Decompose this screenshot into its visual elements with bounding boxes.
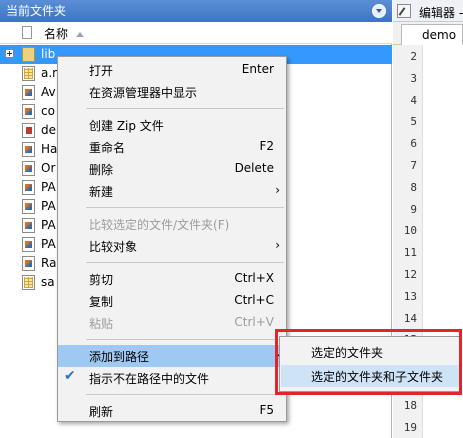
menu-item[interactable]: 在资源管理器中显示 xyxy=(58,81,286,103)
file-name: Or xyxy=(41,161,56,175)
menu-item-label: 剪切 xyxy=(89,273,114,287)
menu-item: 比较选定的文件/文件夹(F) xyxy=(58,213,286,235)
menu-item[interactable]: 刷新 F5 xyxy=(58,400,286,422)
line-number: 19 xyxy=(403,420,417,434)
line-number: 2 xyxy=(410,50,417,63)
menu-item: 粘贴 Ctrl+V xyxy=(58,312,286,334)
check-icon: ✔ xyxy=(64,368,76,384)
matlab-file-icon xyxy=(22,199,35,214)
matlab-file-icon xyxy=(22,218,35,233)
data-file-icon xyxy=(22,66,35,81)
menu-item-label: 在资源管理器中显示 xyxy=(89,86,198,100)
matlab-file-icon xyxy=(22,161,35,176)
annotation-highlight-box xyxy=(275,329,462,395)
editor-title: 编辑器 - xyxy=(419,6,463,20)
line-number: 4 xyxy=(410,93,417,107)
menu-item-label: 重命名 xyxy=(89,141,126,155)
menu-item-label: 指示不在路径中的文件 xyxy=(89,372,210,386)
file-list-header: 名称 xyxy=(0,22,392,44)
menu-separator xyxy=(86,394,284,395)
menu-item-shortcut: Ctrl+C xyxy=(234,293,274,307)
menu-separator xyxy=(86,262,284,263)
submenu-arrow-icon: › xyxy=(275,183,280,197)
line-number: 11 xyxy=(403,246,417,260)
menu-item-shortcut: Delete xyxy=(234,161,274,175)
file-name: sa xyxy=(41,275,55,289)
menu-separator xyxy=(86,108,284,109)
menu-item-label: 复制 xyxy=(89,295,114,309)
matlab-file-icon xyxy=(22,85,35,100)
menu-item-shortcut: Ctrl+V xyxy=(234,315,274,329)
context-menu: 打开 Enter 在资源管理器中显示 创建 Zip 文件 重命名 F2 删除 Delete 新建… xyxy=(57,56,287,422)
folder-icon xyxy=(22,47,35,62)
panel-actions-icon[interactable] xyxy=(372,4,386,18)
file-type-column-icon[interactable] xyxy=(22,26,32,39)
line-number: 13 xyxy=(403,289,417,303)
editor-tab-label: demo xyxy=(422,28,457,42)
menu-item-label: 比较对象 xyxy=(89,240,138,254)
line-number: 9 xyxy=(410,202,417,216)
matlab-file-icon xyxy=(22,142,35,157)
menu-item-label: 创建 Zip 文件 xyxy=(89,119,164,133)
file-name: PA xyxy=(41,237,56,251)
menu-separator xyxy=(86,207,284,208)
file-name: PA xyxy=(41,218,56,232)
file-name: lib xyxy=(41,47,56,61)
matlab-file-icon xyxy=(22,104,35,119)
matlab-file-icon xyxy=(22,180,35,195)
menu-item-label: 新建 xyxy=(89,185,114,199)
name-column-header[interactable]: 名称 xyxy=(44,25,68,42)
menu-item-label: 打开 xyxy=(89,64,114,78)
editor-tab-strip: demo xyxy=(393,22,463,45)
file-name: PA xyxy=(41,199,56,213)
current-folder-title: 当前文件夹 xyxy=(6,4,67,18)
editor-tab[interactable]: demo xyxy=(401,24,463,45)
menu-item[interactable]: 删除 Delete xyxy=(58,158,286,180)
file-name: PA xyxy=(41,180,56,194)
menu-item-shortcut: Enter xyxy=(241,62,274,76)
sort-ascending-icon xyxy=(76,32,84,37)
file-name: Av xyxy=(41,85,56,99)
file-name: co xyxy=(41,104,55,118)
menu-item[interactable]: ✔ 指示不在路径中的文件 xyxy=(58,367,286,389)
menu-item[interactable]: 复制 Ctrl+C xyxy=(58,290,286,312)
menu-item-label: 添加到路径 xyxy=(89,350,150,364)
menu-separator xyxy=(86,339,284,340)
menu-item[interactable]: 创建 Zip 文件 xyxy=(58,114,286,136)
line-number: 18 xyxy=(403,398,417,412)
line-number: 12 xyxy=(403,268,417,281)
current-folder-titlebar: 当前文件夹 xyxy=(0,0,392,22)
menu-item-shortcut: Ctrl+X xyxy=(234,271,274,285)
menu-item-label: 比较选定的文件/文件夹(F) xyxy=(89,218,230,232)
submenu-arrow-icon: › xyxy=(275,238,280,252)
menu-item[interactable]: 比较对象 › xyxy=(58,235,286,257)
menu-item[interactable]: 添加到路径 › xyxy=(58,345,286,367)
menu-item-shortcut: F5 xyxy=(259,403,274,417)
menu-item[interactable]: 打开 Enter xyxy=(58,59,286,81)
line-number: 3 xyxy=(410,71,417,85)
file-name: Ha xyxy=(41,142,58,156)
file-name: de xyxy=(41,123,56,137)
menu-item[interactable]: 重命名 F2 xyxy=(58,136,286,158)
menu-item-label: 粘贴 xyxy=(89,317,114,331)
line-number: 7 xyxy=(410,159,417,172)
line-number: 10 xyxy=(403,224,417,238)
line-number: 8 xyxy=(410,180,417,194)
line-number: 5 xyxy=(410,115,417,129)
matlab-file-icon xyxy=(22,256,35,271)
line-number: 14 xyxy=(403,311,417,325)
line-number: 6 xyxy=(410,137,417,151)
menu-item-label: 刷新 xyxy=(89,405,114,419)
editor-pencil-icon xyxy=(397,4,411,18)
data-file-icon xyxy=(22,275,35,290)
menu-item-label: 删除 xyxy=(89,163,114,177)
menu-item[interactable]: 剪切 Ctrl+X xyxy=(58,268,286,290)
matlab-file-icon xyxy=(22,237,35,252)
matlab-file-icon xyxy=(22,123,35,138)
menu-item-shortcut: F2 xyxy=(259,139,274,153)
expand-icon[interactable] xyxy=(5,49,14,58)
editor-titlebar: 编辑器 - xyxy=(393,0,463,22)
file-name: Ra xyxy=(41,256,57,270)
menu-item[interactable]: 新建 › xyxy=(58,180,286,202)
